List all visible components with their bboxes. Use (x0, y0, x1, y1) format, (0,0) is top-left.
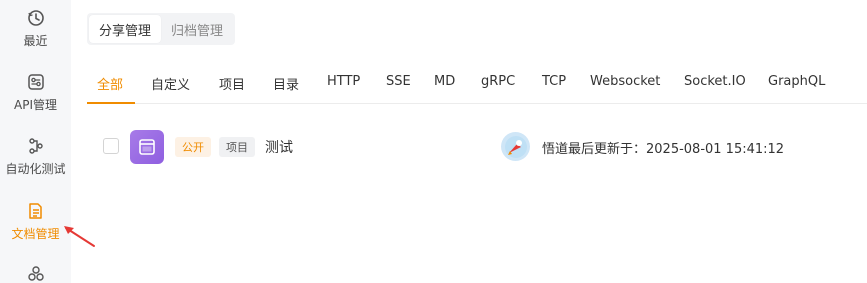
table-row[interactable]: 公开 项目 测试 悟道最后更新于：2025-08-01 15:41:12 (87, 124, 867, 170)
tab-all[interactable]: 全部 (97, 74, 123, 93)
row-checkbox[interactable] (103, 138, 119, 154)
tab-socketio[interactable]: Socket.IO (684, 74, 746, 89)
sidebar-item-automation[interactable]: 自动化测试 (0, 136, 71, 177)
sidebar-item-api[interactable]: API管理 (0, 72, 71, 113)
tab-directory[interactable]: 目录 (273, 74, 299, 93)
tab-sse[interactable]: SSE (386, 74, 411, 89)
category-tabs: 全部 自定义 项目 目录 HTTP SSE MD gRPC TCP Websoc… (87, 62, 867, 104)
tab-md[interactable]: MD (434, 74, 455, 89)
sidebar-item-label: 自动化测试 (5, 162, 66, 176)
last-updated-text: 悟道最后更新于：2025-08-01 15:41:12 (542, 142, 785, 157)
top-tabs: 分享管理 归档管理 (87, 13, 236, 45)
tab-tcp[interactable]: TCP (542, 74, 566, 89)
apps-icon (26, 264, 46, 283)
document-title[interactable]: 测试 (265, 137, 293, 157)
sidebar-item-label: 最近 (23, 34, 48, 48)
sidebar-item-more[interactable] (0, 264, 71, 283)
annotation-arrow-icon (64, 226, 95, 247)
document-icon (26, 201, 46, 221)
sidebar-item-label: 文档管理 (11, 227, 60, 241)
tab-grpc[interactable]: gRPC (481, 74, 515, 89)
tab-share-management[interactable]: 分享管理 (89, 15, 162, 43)
sidebar-item-label: API管理 (14, 98, 57, 112)
tab-http[interactable]: HTTP (327, 74, 360, 89)
sidebar-item-recent[interactable]: 最近 (0, 8, 71, 49)
clock-icon (26, 8, 46, 28)
tab-websocket[interactable]: Websocket (590, 74, 660, 89)
active-tab-indicator (87, 102, 135, 104)
api-icon (26, 72, 46, 92)
project-icon (130, 130, 164, 164)
tab-project[interactable]: 项目 (219, 74, 245, 93)
tab-graphql[interactable]: GraphQL (768, 74, 825, 89)
automation-icon (26, 136, 46, 156)
avatar (501, 132, 530, 161)
type-badge: 项目 (219, 137, 255, 157)
visibility-badge: 公开 (175, 137, 211, 157)
tab-archive-management[interactable]: 归档管理 (161, 15, 233, 43)
tab-custom[interactable]: 自定义 (151, 74, 190, 93)
